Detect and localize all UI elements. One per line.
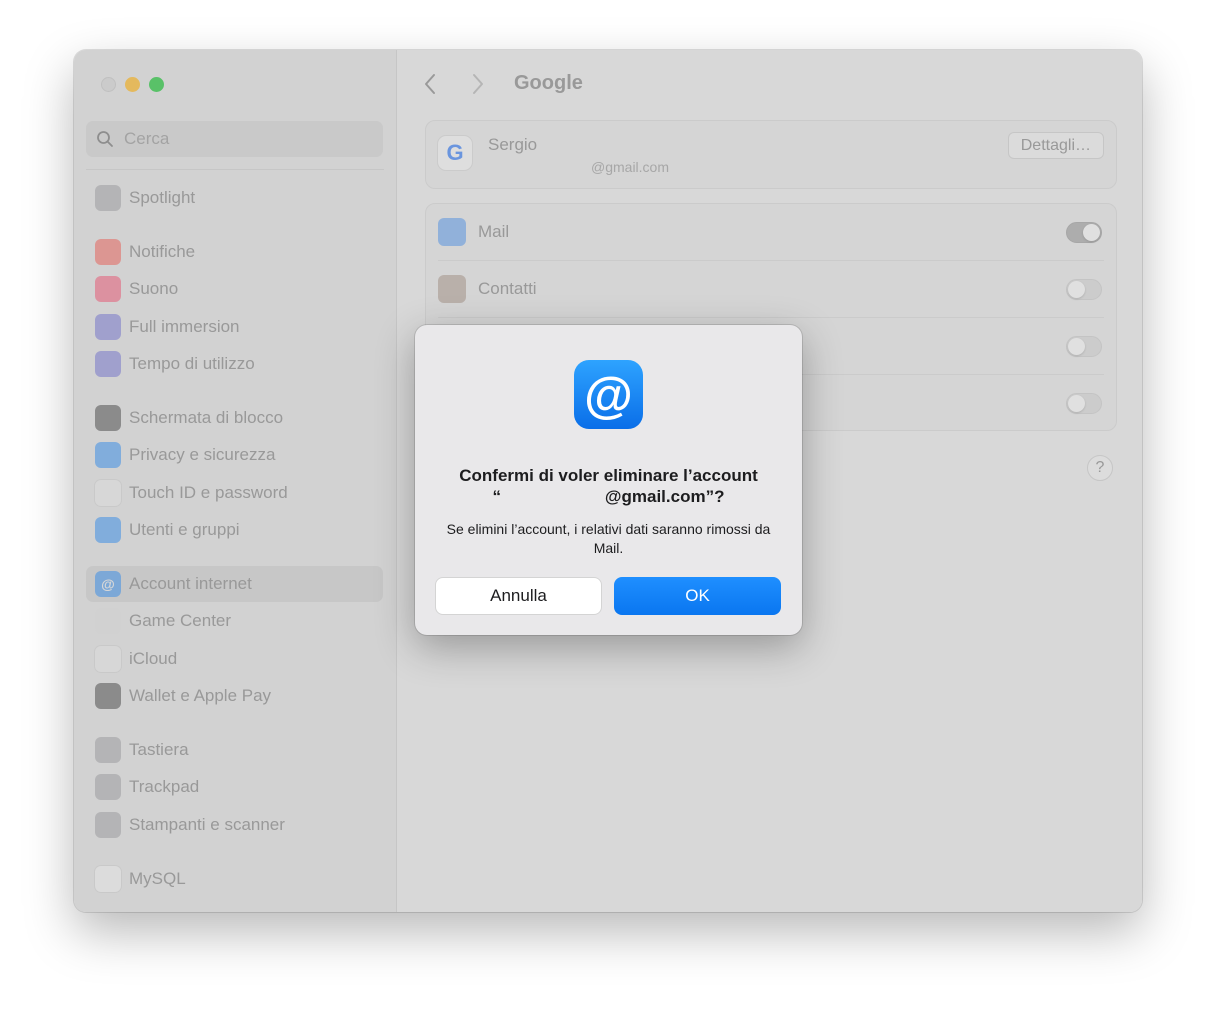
delete-account-dialog: @ Confermi di voler eliminare l’account …: [415, 325, 802, 635]
cancel-button[interactable]: Annulla: [435, 577, 602, 615]
at-icon: @: [574, 360, 643, 429]
dialog-message: Se elimini l’account, i relativi dati sa…: [446, 521, 771, 556]
dialog-title: Confermi di voler eliminare l’account “ …: [435, 465, 782, 507]
dialog-title-line-1: Confermi di voler eliminare l’account: [459, 466, 758, 485]
dialog-title-line-2: “ @gmail.com”?: [492, 487, 725, 506]
ok-button[interactable]: OK: [614, 577, 781, 615]
